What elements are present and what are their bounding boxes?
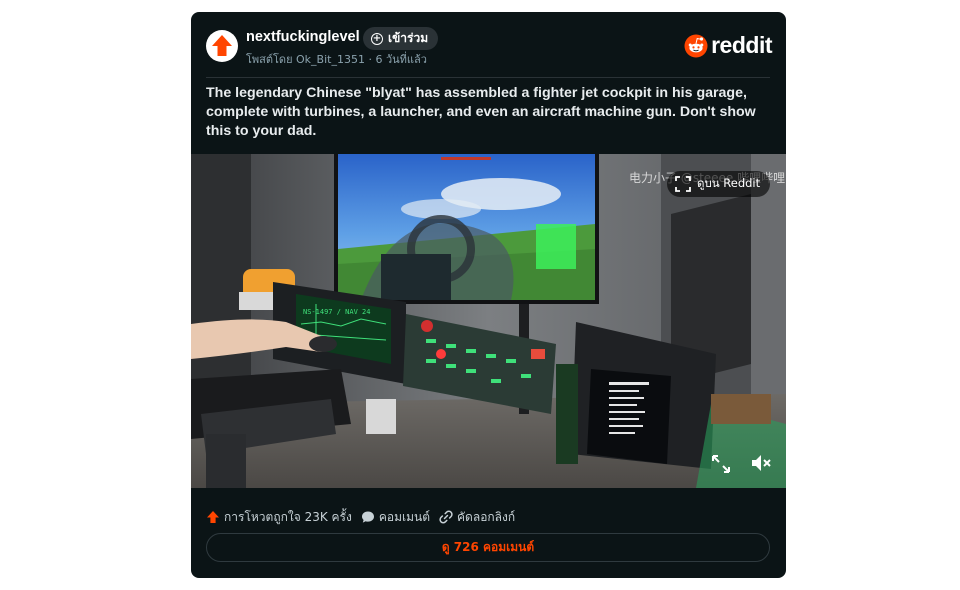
reddit-wordmark: reddit: [711, 32, 772, 58]
reddit-snoo-icon: [684, 34, 708, 57]
post-header: nextfuckinglevel + เข้าร่วม โพสต์โดย Ok_…: [191, 12, 786, 76]
subreddit-avatar[interactable]: [206, 30, 238, 62]
expand-arrows-icon[interactable]: [710, 453, 732, 475]
post-age: 6 วันที่แล้ว: [375, 53, 427, 66]
speaker-muted-icon[interactable]: [749, 451, 773, 475]
fullscreen-corners-icon: [675, 176, 691, 192]
copy-link-button[interactable]: คัดลอกลิงก์: [439, 508, 515, 527]
watch-on-reddit-button[interactable]: ดูบน Reddit: [667, 171, 771, 197]
upvote-count: การโหวตถูกใจ 23K ครั้ง: [224, 509, 352, 524]
posted-by: โพสต์โดย Ok_Bit_1351 · 6 วันที่แล้ว: [246, 50, 427, 68]
post-actions: การโหวตถูกใจ 23K ครั้ง คอมเมนต์ คัดลอกลิ…: [206, 508, 515, 526]
join-button[interactable]: + เข้าร่วม: [363, 27, 439, 50]
plus-circle-icon: +: [371, 32, 383, 45]
subreddit-name[interactable]: nextfuckinglevel: [246, 29, 360, 45]
link-icon: [439, 510, 453, 524]
watch-on-reddit-label: ดูบน Reddit: [697, 176, 761, 190]
comment-bubble-icon: [361, 511, 374, 523]
cockpit-scene: NS-1497 / NAV 24: [191, 154, 786, 488]
join-label: เข้าร่วม: [388, 31, 429, 45]
posted-prefix: โพสต์โดย: [246, 53, 293, 66]
separator: ·: [368, 53, 372, 66]
video-player[interactable]: NS-1497 / NAV 24 电力小子 ดูบน Reddit: [191, 154, 786, 488]
header-divider: [206, 77, 770, 78]
post-card: nextfuckinglevel + เข้าร่วม โพสต์โดย Ok_…: [191, 12, 786, 578]
upvote-arrow-icon: [207, 511, 219, 523]
hud-readout: NS-1497 / NAV 24: [303, 308, 370, 316]
view-comments-button[interactable]: ดู 726 คอมเมนต์: [206, 533, 770, 562]
comment-label: คอมเมนต์: [378, 509, 431, 524]
comment-button[interactable]: คอมเมนต์: [361, 508, 430, 527]
copy-link-label: คัดลอกลิงก์: [457, 509, 516, 524]
author-link[interactable]: Ok_Bit_1351: [296, 53, 365, 66]
upvote-button[interactable]: การโหวตถูกใจ 23K ครั้ง: [206, 508, 352, 527]
post-title[interactable]: The legendary Chinese "blyat" has assemb…: [206, 84, 772, 141]
reddit-logo[interactable]: reddit: [684, 32, 772, 59]
upvote-arrow-icon: [207, 31, 237, 61]
